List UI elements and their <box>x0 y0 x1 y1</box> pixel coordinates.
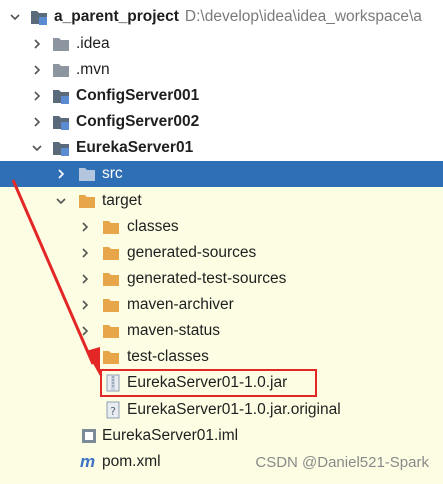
watermark: CSDN @Daniel521-Spark <box>255 454 429 471</box>
annotation-arrow <box>11 179 100 376</box>
